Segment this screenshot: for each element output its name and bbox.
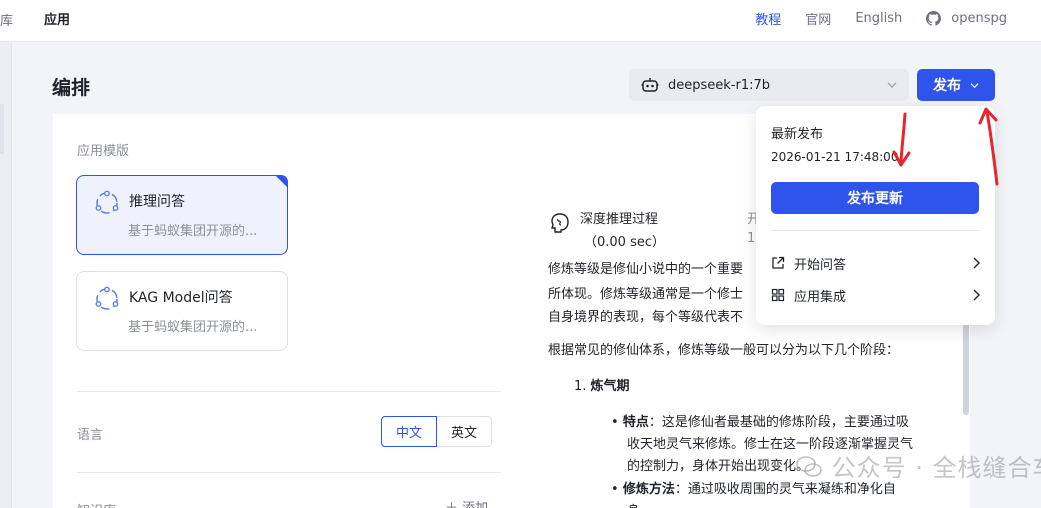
bullet-label: 修炼方法 (622, 482, 675, 497)
thinking-title: 深度推理过程 (580, 212, 659, 227)
template-section-label: 应用模版 (77, 144, 130, 159)
config-panel: 应用模版 推理问答 基于蚂蚁集团开源的... KAG Model问答 基于蚂蚁集… (53, 114, 525, 508)
robot-icon (641, 78, 659, 92)
latest-publish-label: 最新发布 (771, 127, 824, 142)
language-option-chinese[interactable]: 中文 (381, 416, 438, 447)
language-option-english[interactable]: 英文 (437, 416, 493, 447)
latest-publish-time: 2026-01-21 17:48:00 (771, 150, 899, 164)
brain-icon (551, 213, 569, 233)
annotation-arrow (892, 112, 911, 167)
chevron-right-icon (973, 289, 980, 301)
collapsed-sidebar (0, 42, 12, 508)
section-divider (77, 391, 501, 392)
menu-item-start-qa[interactable]: 开始问答 (771, 252, 980, 274)
publish-update-button[interactable]: 发布更新 (771, 182, 979, 214)
thinking-elapsed: （0.00 sec） (584, 235, 665, 250)
template-name: 推理问答 (129, 194, 185, 210)
template-name: KAG Model问答 (129, 290, 233, 306)
selected-corner-mark (275, 175, 288, 188)
watermark: 公众号 · 全栈缝合车间 (795, 448, 1041, 483)
publish-dropdown: 最新发布 2026-01-21 17:48:00 发布更新 开始问答 应用集成 (756, 106, 995, 325)
answer-bullet: • 特点：这是修仙者最基础的修炼阶段，主要通过吸 (611, 415, 909, 430)
external-link-icon (772, 256, 785, 269)
nav-right-group: 教程 官网 English openspg (731, 9, 1007, 28)
nav-item-library[interactable]: 库 (0, 10, 13, 29)
list-number: 1. (574, 379, 587, 394)
chevron-right-icon (973, 257, 980, 269)
answer-line: 根据常见的修仙体系，修炼等级一般可以分为以下几个阶段： (548, 343, 900, 358)
watermark-text: 公众号 · 全栈缝合车间 (831, 454, 1041, 482)
publish-button[interactable]: 发布 (917, 69, 995, 101)
bullet-text: ：通过吸收周围的灵气来凝练和净化自 (674, 482, 896, 497)
answer-line: 身 (627, 501, 970, 508)
language-toggle: 中文 英文 (381, 416, 493, 447)
menu-item-label: 应用集成 (794, 289, 847, 305)
nav-link-tutorial[interactable]: 教程 (755, 9, 781, 28)
section-divider (77, 472, 501, 473)
plus-icon: ＋ (445, 501, 462, 508)
github-icon[interactable] (926, 11, 942, 26)
grid-icon (771, 288, 785, 302)
knowledge-base-label: 知识库 (77, 500, 116, 508)
wechat-icon (796, 456, 822, 477)
nav-link-openspg[interactable]: openspg (951, 11, 1007, 26)
annotation-arrow (978, 107, 999, 186)
nav-link-official-site[interactable]: 官网 (805, 9, 831, 28)
thinking-right-cut: 1 (747, 231, 756, 246)
menu-item-label: 开始问答 (794, 257, 847, 273)
template-desc: 基于蚂蚁集团开源的... (128, 320, 258, 335)
add-label: 添加 (462, 501, 488, 508)
publish-button-label: 发布 (933, 78, 961, 94)
template-icon (95, 286, 119, 310)
menu-item-app-integration[interactable]: 应用集成 (771, 284, 980, 306)
language-label: 语言 (77, 428, 104, 443)
page-title: 编排 (52, 77, 91, 99)
model-select[interactable]: deepseek-r1:7b (629, 69, 909, 101)
sidebar-active-mark (0, 104, 4, 154)
answer-list-item: 1. 炼气期 (574, 376, 970, 398)
model-select-value: deepseek-r1:7b (668, 77, 771, 93)
bullet-label: 特点 (622, 415, 649, 430)
list-title: 炼气期 (590, 379, 630, 394)
template-card-reasoning-qa[interactable]: 推理问答 基于蚂蚁集团开源的... (76, 175, 288, 255)
template-desc: 基于蚂蚁集团开源的... (128, 224, 258, 239)
nav-item-applications[interactable]: 应用 (44, 9, 70, 28)
bullet-text: ：这是修仙者最基础的修炼阶段，主要通过吸 (648, 415, 909, 430)
top-nav-bar: 库 应用 教程 官网 English openspg (0, 0, 1041, 42)
nav-link-english[interactable]: English (855, 11, 902, 26)
template-icon (95, 190, 119, 214)
chevron-down-icon (887, 82, 897, 88)
add-knowledge-base-button[interactable]: ＋ 添加 (445, 497, 488, 508)
template-card-kag-model-qa[interactable]: KAG Model问答 基于蚂蚁集团开源的... (76, 271, 288, 351)
menu-divider (771, 230, 980, 231)
chevron-down-icon (970, 82, 979, 88)
